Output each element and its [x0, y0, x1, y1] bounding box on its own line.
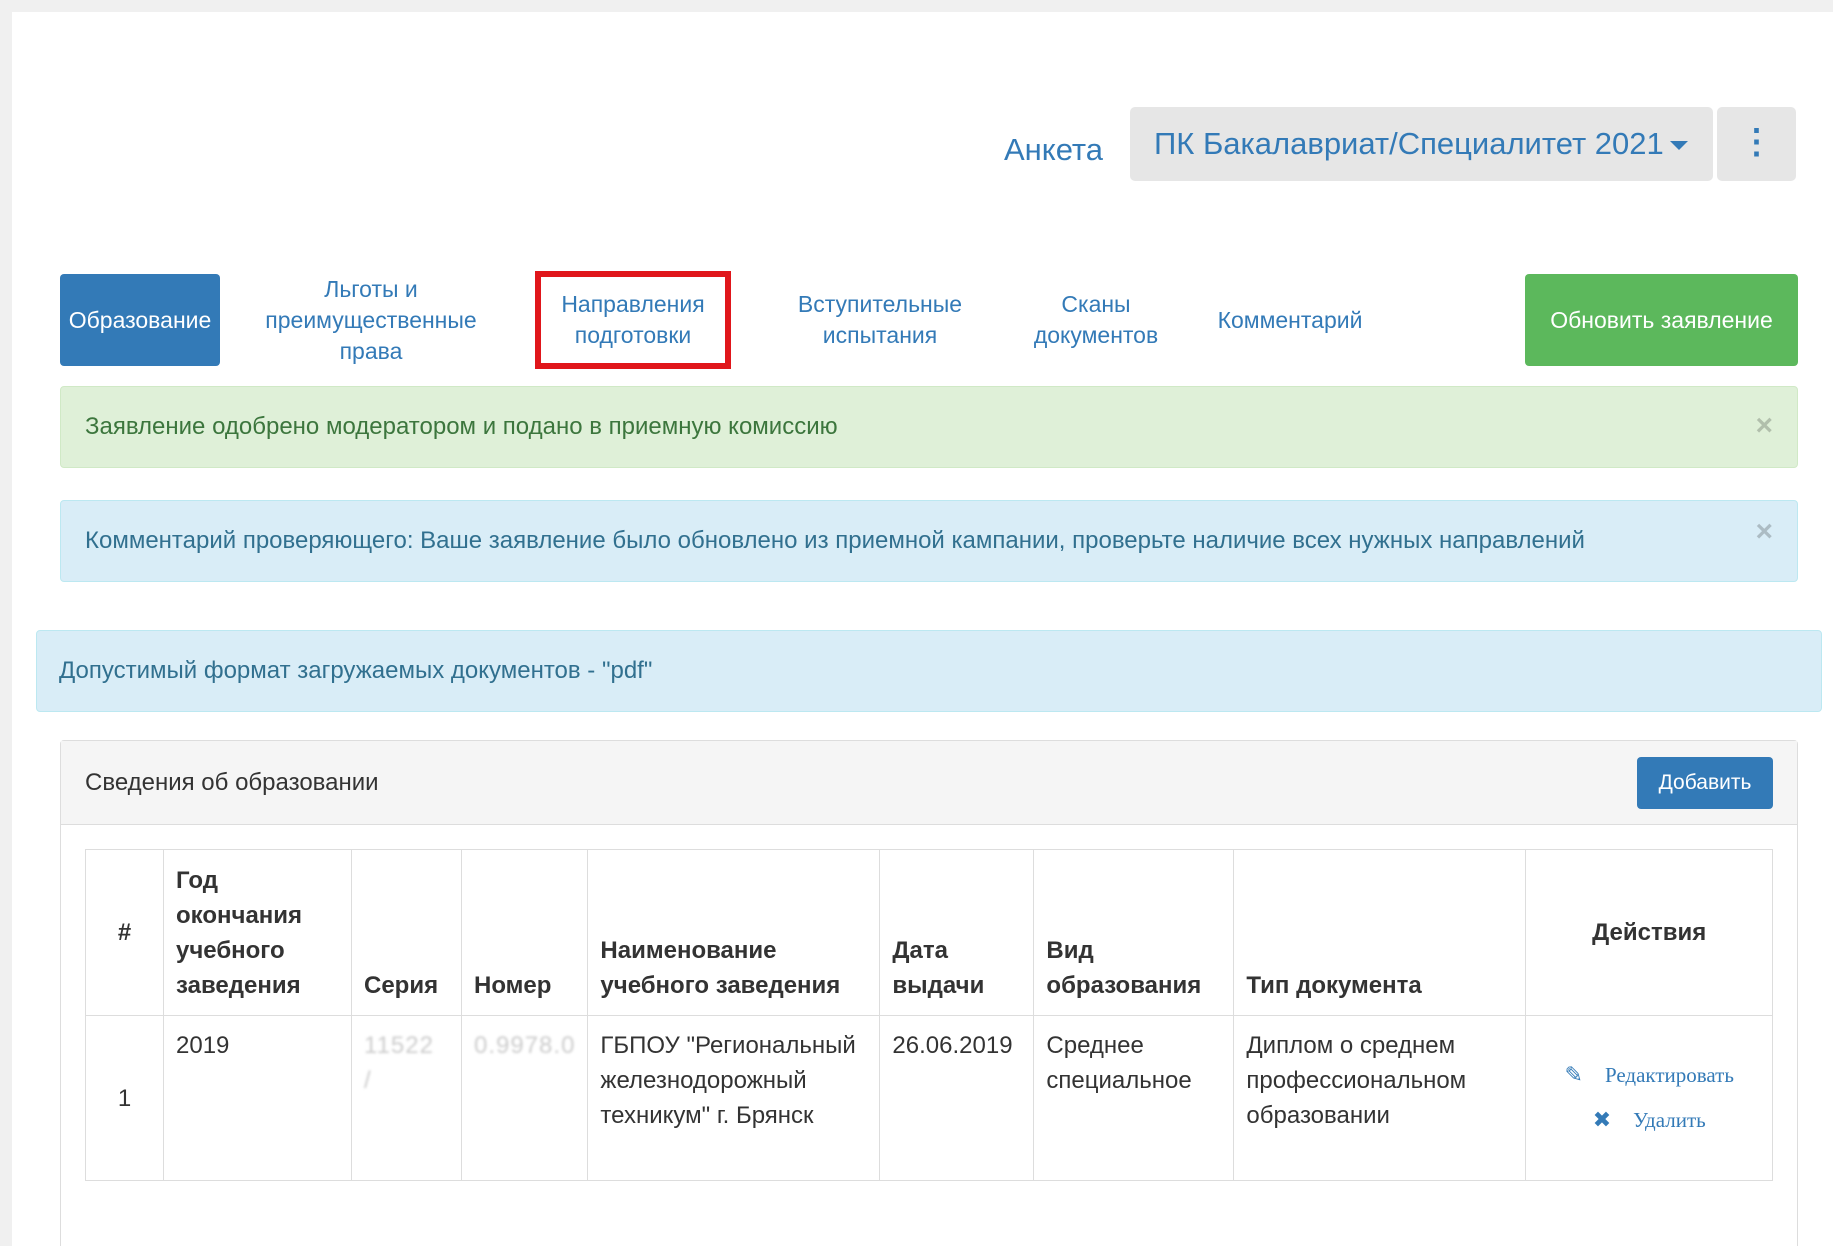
cell-institution: ГБПОУ "Региональный железнодорожный техн…	[587, 1015, 881, 1181]
cell-actions: ✎ Редактировать ✖ Удалить	[1525, 1015, 1773, 1181]
masked-number: 0.9978.0	[474, 1032, 576, 1059]
header-institution: Наименование учебного заведения	[587, 849, 881, 1016]
alert-text: Заявление одобрено модератором и подано …	[85, 413, 838, 440]
add-button[interactable]: Добавить	[1637, 757, 1773, 809]
education-panel: Сведения об образовании Добавить # Год о…	[60, 740, 1798, 1246]
header-edu-type: Вид образования	[1033, 849, 1235, 1016]
campaign-dropdown[interactable]: ПК Бакалавриат/Специалитет 2021	[1130, 107, 1713, 181]
cell-doc-type: Диплом о среднем профессиональном образо…	[1233, 1015, 1527, 1181]
header-number: Номер	[460, 849, 589, 1016]
tab-education[interactable]: Образование	[60, 274, 220, 366]
remove-icon: ✖	[1592, 1108, 1612, 1133]
update-application-button[interactable]: Обновить заявление	[1525, 274, 1798, 366]
cell-number: 0.9978.0	[460, 1015, 589, 1181]
tab-label: Сканы документов	[1033, 291, 1159, 348]
edit-link[interactable]: ✎ Редактировать	[1538, 1058, 1760, 1093]
format-info-alert: Допустимый формат загружаемых документов…	[36, 630, 1822, 712]
header-series: Серия	[351, 849, 462, 1016]
panel-heading: Сведения об образовании Добавить	[61, 741, 1797, 825]
header-year: Год окончания учебного заведения	[163, 849, 352, 1016]
tab-label: Вступительные испытания	[797, 291, 963, 348]
header: Анкета ПК Бакалавриат/Специалитет 2021 ⋮	[12, 107, 1833, 193]
cell-edu-type: Среднее специальное	[1033, 1015, 1235, 1181]
close-icon[interactable]: ×	[1755, 515, 1773, 549]
table-header-row: # Год окончания учебного заведения Серия…	[85, 849, 1773, 1016]
cell-num: 1	[85, 1015, 164, 1181]
anketa-link[interactable]: Анкета	[1004, 107, 1103, 193]
tab-benefits[interactable]: Льготы и преимущественные права	[246, 274, 496, 366]
approved-alert: Заявление одобрено модератором и подано …	[60, 386, 1798, 468]
tab-directions[interactable]: Направления подготовки	[535, 271, 731, 369]
cell-date: 26.06.2019	[879, 1015, 1035, 1181]
tab-bar: Образование Льготы и преимущественные пр…	[60, 262, 1798, 369]
page: Анкета ПК Бакалавриат/Специалитет 2021 ⋮…	[12, 12, 1833, 1246]
tab-label: Льготы и преимущественные права	[265, 275, 477, 364]
more-menu-button[interactable]: ⋮	[1717, 107, 1796, 181]
cell-year: 2019	[163, 1015, 352, 1181]
header-doc-type: Тип документа	[1233, 849, 1527, 1016]
close-icon[interactable]: ×	[1755, 409, 1773, 443]
tab-entrance-exams[interactable]: Вступительные испытания	[780, 274, 980, 366]
tab-label: Образование	[68, 306, 212, 333]
header-date: Дата выдачи	[879, 849, 1035, 1016]
delete-link[interactable]: ✖ Удалить	[1538, 1103, 1760, 1138]
pencil-icon: ✎	[1564, 1063, 1583, 1088]
delete-label: Удалить	[1633, 1108, 1706, 1132]
header-num: #	[85, 849, 164, 1016]
header-actions: Действия	[1525, 849, 1773, 1016]
reviewer-comment-alert: Комментарий проверяющего: Ваше заявление…	[60, 500, 1798, 582]
education-table: # Год окончания учебного заведения Серия…	[85, 849, 1773, 1181]
table-row: 1 2019 11522 / 0.9978.0 ГБПОУ "Региональ…	[85, 1015, 1773, 1181]
tab-label: Направления подготовки	[561, 291, 705, 348]
masked-series: 11522 /	[364, 1032, 434, 1094]
alert-text: Комментарий проверяющего: Ваше заявление…	[85, 527, 1585, 554]
edit-label: Редактировать	[1604, 1063, 1734, 1087]
panel-title: Сведения об образовании	[85, 769, 379, 796]
tab-comment[interactable]: Комментарий	[1200, 274, 1380, 366]
campaign-label: ПК Бакалавриат/Специалитет 2021	[1154, 126, 1664, 161]
button-label: Обновить заявление	[1550, 306, 1773, 333]
tab-label: Комментарий	[1217, 306, 1363, 333]
vertical-ellipsis-icon: ⋮	[1739, 123, 1774, 161]
caret-down-icon	[1669, 141, 1688, 151]
tab-document-scans[interactable]: Сканы документов	[1010, 274, 1182, 366]
cell-series: 11522 /	[351, 1015, 462, 1181]
alert-text: Допустимый формат загружаемых документов…	[59, 657, 653, 684]
